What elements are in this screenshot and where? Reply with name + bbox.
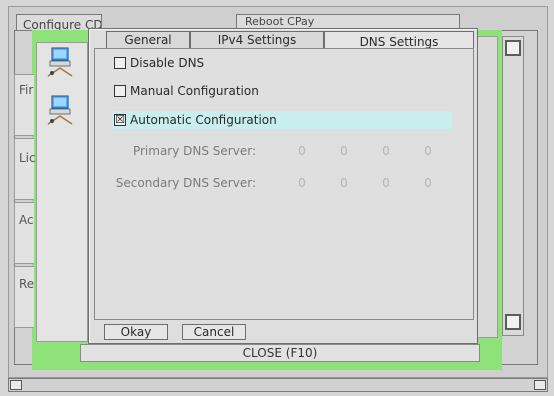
- primary-dns-label: Primary DNS Server:: [132, 144, 256, 158]
- check-mark-icon: ☒: [115, 113, 125, 126]
- primary-dns-octet-3[interactable]: 0: [376, 144, 396, 158]
- left-tab-lic[interactable]: Lic: [14, 138, 36, 200]
- network-computer-icon: [46, 94, 76, 126]
- secondary-dns-octet-3[interactable]: 0: [376, 176, 396, 190]
- primary-dns-octet-4[interactable]: 0: [418, 144, 438, 158]
- right-content-pane: [476, 36, 498, 338]
- icon-column: [36, 42, 88, 342]
- secondary-dns-octet-4[interactable]: 0: [418, 176, 438, 190]
- scrollbar-top-thumb[interactable]: [505, 40, 521, 56]
- h-scroll-left[interactable]: [10, 380, 22, 390]
- checkbox-box-checked: ☒: [114, 113, 126, 126]
- checkbox-box: [114, 57, 126, 69]
- primary-dns-octet-2[interactable]: 0: [334, 144, 354, 158]
- secondary-dns-octet-1[interactable]: 0: [292, 176, 312, 190]
- h-scroll-right[interactable]: [534, 380, 546, 390]
- manual-configuration-checkbox[interactable]: Manual Configuration: [114, 82, 259, 100]
- close-button[interactable]: CLOSE (F10): [80, 344, 480, 362]
- automatic-configuration-checkbox[interactable]: ☒ Automatic Configuration: [114, 111, 277, 129]
- network-computer-icon: [46, 46, 76, 78]
- scrollbar-track[interactable]: [502, 36, 524, 336]
- scrollbar-bottom-thumb[interactable]: [505, 314, 521, 330]
- horizontal-scrollbar[interactable]: [8, 378, 548, 392]
- disable-dns-checkbox[interactable]: Disable DNS: [114, 54, 204, 72]
- secondary-dns-label: Secondary DNS Server:: [115, 176, 256, 190]
- left-tab-re[interactable]: Re: [14, 266, 34, 328]
- primary-dns-octet-1[interactable]: 0: [292, 144, 312, 158]
- checkbox-box: [114, 85, 126, 97]
- okay-button[interactable]: Okay: [104, 324, 168, 340]
- tab-general[interactable]: General: [106, 31, 190, 48]
- secondary-dns-octet-2[interactable]: 0: [334, 176, 354, 190]
- tab-ipv4-settings[interactable]: IPv4 Settings: [190, 31, 324, 48]
- left-tab-ac[interactable]: Ac: [14, 202, 34, 264]
- left-tab-fir[interactable]: Fir: [14, 74, 34, 136]
- cancel-button[interactable]: Cancel: [182, 324, 246, 340]
